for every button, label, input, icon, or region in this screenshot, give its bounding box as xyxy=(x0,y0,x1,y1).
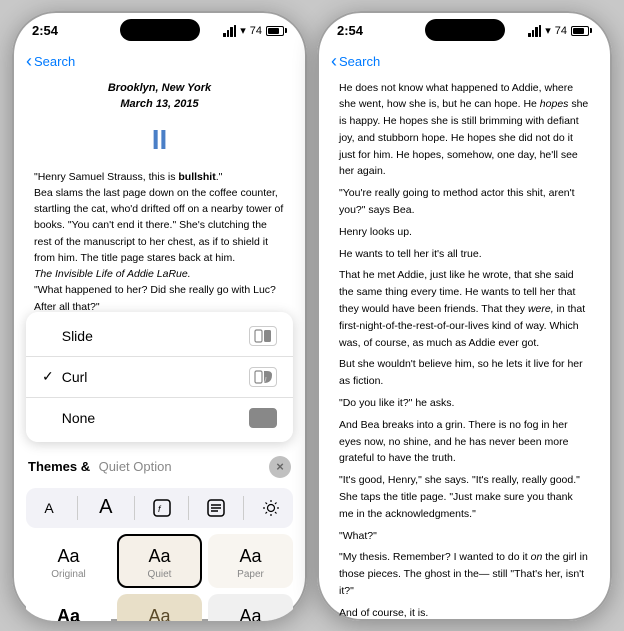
theme-card-quiet[interactable]: Aa Quiet xyxy=(117,534,202,588)
status-icons-left: ▾ 74 xyxy=(223,24,287,37)
time-left: 2:54 xyxy=(32,23,58,38)
brightness-icon[interactable] xyxy=(257,494,285,522)
themes-title: Themes & Quiet Option xyxy=(28,458,172,476)
status-icons-right: ▾ 74 xyxy=(528,24,592,37)
themes-title-text: Themes & xyxy=(28,459,90,474)
font-sep-4 xyxy=(243,496,244,520)
font-sep-3 xyxy=(188,496,189,520)
back-label-right: Search xyxy=(339,54,380,69)
time-right: 2:54 xyxy=(337,23,363,38)
back-button-left[interactable]: Search xyxy=(26,51,75,72)
theme-aa-calm: Aa xyxy=(148,606,170,621)
theme-card-focus[interactable]: Aa Focus xyxy=(208,594,293,621)
slide-menu: ✓ Slide ✓ Curl xyxy=(26,312,293,442)
book-paragraphs: "Henry Samuel Strauss, this is bullshit.… xyxy=(34,169,285,310)
slide-menu-item-curl[interactable]: ✓ Curl xyxy=(26,357,293,397)
battery-icon-left xyxy=(266,26,287,36)
theme-name-paper: Paper xyxy=(237,569,264,580)
font-sep-2 xyxy=(134,496,135,520)
right-p7: "Do you like it?" he asks. xyxy=(339,395,590,412)
right-p2: "You're really going to method actor thi… xyxy=(339,185,590,219)
quiet-option-text: Quiet Option xyxy=(99,459,172,474)
wifi-icon-right: ▾ xyxy=(545,24,551,37)
search-bar-left[interactable]: Search xyxy=(12,47,307,80)
chapter-number: II xyxy=(34,119,285,161)
theme-card-paper[interactable]: Aa Paper xyxy=(208,534,293,588)
theme-aa-focus: Aa xyxy=(239,606,261,621)
font-increase-button[interactable]: A xyxy=(91,496,121,519)
right-p4: He wants to tell her it's all true. xyxy=(339,246,590,263)
book-p3: The Invisible Life of Addie LaRue. xyxy=(34,266,285,282)
curl-icon xyxy=(249,367,277,387)
layout-icon[interactable] xyxy=(202,494,230,522)
back-button-right[interactable]: Search xyxy=(331,51,380,72)
dynamic-island-left xyxy=(120,19,200,41)
theme-name-original: Original xyxy=(51,569,85,580)
right-p11: "My thesis. Remember? I wanted to do it … xyxy=(339,549,590,599)
battery-pct-right: 74 xyxy=(555,25,567,37)
right-p12: And of course, it is. xyxy=(339,605,590,620)
slide-menu-item-slide[interactable]: ✓ Slide xyxy=(26,316,293,356)
book-header: Brooklyn, New York March 13, 2015 xyxy=(34,80,285,113)
right-p5: That he met Addie, just like he wrote, t… xyxy=(339,267,590,351)
book-date: March 13, 2015 xyxy=(34,96,285,113)
battery-icon-right xyxy=(571,26,592,36)
curl-label: Curl xyxy=(62,369,249,385)
slide-menu-item-none[interactable]: ✓ None xyxy=(26,398,293,438)
font-decrease-button[interactable]: A xyxy=(34,500,64,516)
theme-aa-quiet: Aa xyxy=(148,546,170,567)
themes-header: Themes & Quiet Option × xyxy=(26,448,293,482)
search-bar-right[interactable]: Search xyxy=(317,47,612,80)
theme-aa-paper: Aa xyxy=(239,546,261,567)
book-p1: "Henry Samuel Strauss, this is bullshit.… xyxy=(34,169,285,185)
back-label-left: Search xyxy=(34,54,75,69)
right-phone: 2:54 ▾ 74 Search xyxy=(317,11,612,621)
right-p10: "What?" xyxy=(339,528,590,545)
right-p8: And Bea breaks into a grin. There is no … xyxy=(339,417,590,467)
slide-label: Slide xyxy=(62,328,249,344)
theme-card-calm[interactable]: Aa Calm xyxy=(117,594,202,621)
slide-icon xyxy=(249,326,277,346)
theme-card-bold[interactable]: Aa Bold xyxy=(26,594,111,621)
right-p9: "It's good, Henry," she says. "It's real… xyxy=(339,472,590,522)
theme-name-quiet: Quiet xyxy=(148,569,172,580)
theme-grid: Aa Original Aa Quiet Aa Paper Aa Bold Aa xyxy=(26,534,293,621)
theme-card-original[interactable]: Aa Original xyxy=(26,534,111,588)
theme-aa-bold: Aa xyxy=(57,606,80,621)
right-book-content: He does not know what happened to Addie,… xyxy=(317,80,612,620)
book-p4: "What happened to her? Did she really go… xyxy=(34,282,285,309)
wifi-icon-left: ▾ xyxy=(240,24,246,37)
status-bar-right: 2:54 ▾ 74 xyxy=(317,11,612,47)
curl-check: ✓ xyxy=(42,368,54,385)
signal-icon-left xyxy=(223,25,236,37)
signal-icon-right xyxy=(528,25,541,37)
right-p3: Henry looks up. xyxy=(339,224,590,241)
dynamic-island-right xyxy=(425,19,505,41)
font-controls: A A f xyxy=(26,488,293,528)
status-bar-left: 2:54 ▾ 74 xyxy=(12,11,307,47)
theme-aa-original: Aa xyxy=(57,546,79,567)
none-label: None xyxy=(62,410,249,426)
book-location: Brooklyn, New York xyxy=(34,80,285,97)
themes-section: Themes & Quiet Option × A A f xyxy=(26,448,293,621)
phones-container: 2:54 ▾ 74 Search xyxy=(12,11,612,621)
book-content-left: Brooklyn, New York March 13, 2015 II "He… xyxy=(12,80,307,310)
right-p6: But she wouldn't believe him, so he lets… xyxy=(339,356,590,390)
font-style-icon[interactable]: f xyxy=(148,494,176,522)
battery-pct-left: 74 xyxy=(250,25,262,37)
font-sep-1 xyxy=(77,496,78,520)
themes-close-button[interactable]: × xyxy=(269,456,291,478)
none-icon xyxy=(249,408,277,428)
right-p1: He does not know what happened to Addie,… xyxy=(339,80,590,181)
svg-text:f: f xyxy=(158,504,162,514)
book-p2: Bea slams the last page down on the coff… xyxy=(34,185,285,266)
left-phone: 2:54 ▾ 74 Search xyxy=(12,11,307,621)
